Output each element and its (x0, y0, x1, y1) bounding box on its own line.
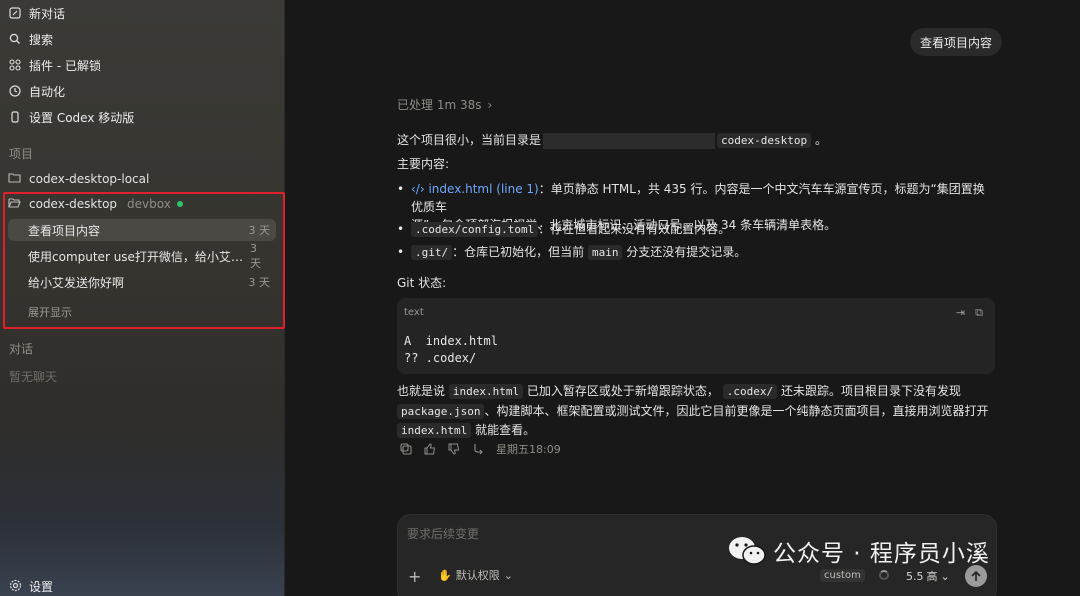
bullet-text: 分支还没有提交记录。 (626, 245, 747, 259)
send-button[interactable] (965, 565, 987, 587)
thumbs-up-icon[interactable] (424, 443, 436, 455)
mobile-setup-label: 设置 Codex 移动版 (29, 110, 135, 125)
message-timestamp: 星期五18:09 (496, 443, 561, 456)
new-chat-label: 新对话 (29, 6, 66, 21)
code-content: A index.html ?? .codex/ (404, 333, 498, 367)
project-name: codex-desktop-local (29, 172, 150, 186)
inline-code: .codex/config.toml (411, 222, 539, 237)
intro-suffix: 。 (814, 133, 827, 147)
arrow-up-icon (971, 570, 981, 581)
file-link[interactable]: ‹/› index.html (line 1) (411, 182, 539, 196)
code-icon: ‹/› (411, 182, 425, 196)
fork-icon[interactable] (472, 443, 484, 455)
bullet-git: • .git/：仓库已初始化，但当前 main 分支还没有提交记录。 (397, 245, 747, 260)
search-label: 搜索 (29, 32, 54, 47)
code-lang-label: text (404, 307, 424, 318)
bullet-text: ：仓库已初始化，但当前 (452, 245, 585, 259)
summary-text: 、构建脚本、框架配置或测试文件，因此它目前更像是一个纯静态页面项目，直接用浏览器… (484, 403, 989, 418)
intro-line: 这个项目很小，当前目录是 codex-desktop 。 (397, 131, 827, 150)
summary-paragraph: 也就是说 index.html 已加入暂存区或处于新增跟踪状态， .codex/… (397, 382, 997, 441)
copy-icon[interactable]: ⧉ (975, 306, 983, 320)
chevron-down-icon: ⌄ (940, 569, 950, 583)
chevron-down-icon: ⌄ (503, 568, 513, 582)
message-actions: 星期五18:09 (400, 441, 561, 457)
project-codex-desktop-local[interactable]: codex-desktop-local (8, 168, 149, 190)
summary-text: 也就是说 (397, 384, 446, 398)
effort-label: 高 (926, 570, 938, 583)
conversation-pane: 查看项目内容 已处理 1m 38s › 这个项目很小，当前目录是 codex-de… (286, 0, 1080, 596)
inline-code: package.json (397, 403, 485, 419)
phone-icon (8, 111, 21, 124)
annotation-highlight-box (3, 192, 285, 329)
gear-icon (9, 579, 22, 595)
redacted-path (543, 132, 716, 149)
inline-code: index.html (448, 384, 524, 399)
code-line: ?? .codex/ (404, 351, 477, 365)
dir-code: codex-desktop (717, 133, 812, 148)
summary-text: 就能查看。 (475, 423, 536, 437)
chevron-right-icon: › (487, 97, 493, 112)
settings-label: 设置 (29, 580, 54, 594)
code-block: text ⇥ ⧉ A index.html ?? .codex/ (397, 298, 995, 374)
wechat-icon (729, 537, 766, 565)
chats-section-label: 对话 (9, 342, 34, 356)
mobile-setup-button[interactable]: 设置 Codex 移动版 (8, 106, 134, 128)
processed-label: 已处理 1m 38s (397, 98, 482, 112)
file-link-label: index.html (line 1) (428, 182, 539, 196)
new-chat-button[interactable]: 新对话 (8, 2, 65, 24)
custom-badge[interactable]: custom (820, 569, 865, 582)
automation-button[interactable]: 自动化 (8, 80, 65, 102)
model-selector[interactable]: 5.5 高 ⌄ (906, 568, 950, 584)
processed-toggle[interactable]: 已处理 1m 38s › (397, 96, 492, 113)
bullet-config: • .codex/config.toml ：存在但看起来没有有效配置内容。 (397, 222, 731, 237)
model-label: 5.5 (906, 569, 924, 583)
wrap-icon[interactable]: ⇥ (956, 306, 965, 320)
plugins-label: 插件 - 已解锁 (29, 58, 101, 73)
automation-label: 自动化 (29, 84, 66, 99)
watermark-text: 公众号 · 程序员小溪 (773, 541, 990, 567)
hand-icon: ✋ (438, 568, 452, 582)
content-heading: 主要内容: (397, 157, 450, 171)
sidebar: 新对话 搜索 插件 - 已解锁 自动化 设置 Codex 移动版 项目 code… (0, 0, 285, 596)
bullet-text: ：存在但看起来没有有效配置内容。 (538, 222, 731, 236)
permission-label: 默认权限 (455, 569, 500, 582)
permission-dropdown[interactable]: ✋ 默认权限 ⌄ (438, 567, 513, 583)
spinner-icon (879, 570, 889, 580)
settings-button[interactable]: 设置 (9, 578, 53, 595)
no-chats-text: 暂无聊天 (9, 370, 58, 384)
inline-code: main (587, 245, 623, 260)
summary-text: 还未跟踪。项目根目录下没有发现 (780, 384, 961, 398)
search-icon (8, 33, 21, 46)
compose-icon (8, 7, 21, 20)
inline-code: index.html (397, 423, 472, 438)
plugins-button[interactable]: 插件 - 已解锁 (8, 54, 101, 76)
folder-icon (8, 172, 21, 186)
plugins-icon (8, 59, 21, 72)
search-button[interactable]: 搜索 (8, 28, 53, 50)
add-attachment-icon[interactable]: + (408, 567, 421, 586)
summary-text: 已加入暂存区或处于新增跟踪状态， (526, 384, 719, 398)
composer-placeholder: 要求后续变更 (407, 527, 480, 541)
watermark: 公众号 · 程序员小溪 (727, 534, 990, 568)
projects-section-label: 项目 (9, 147, 34, 161)
code-line: A index.html (404, 334, 498, 348)
copy-icon[interactable] (400, 443, 412, 455)
intro-prefix: 这个项目很小，当前目录是 (397, 133, 542, 147)
git-heading: Git 状态: (397, 276, 447, 290)
inline-code: .git/ (411, 245, 453, 260)
inline-code: .codex/ (722, 384, 778, 399)
clock-icon (8, 85, 21, 98)
user-message-bubble: 查看项目内容 (910, 28, 1003, 56)
thumbs-down-icon[interactable] (448, 443, 460, 455)
